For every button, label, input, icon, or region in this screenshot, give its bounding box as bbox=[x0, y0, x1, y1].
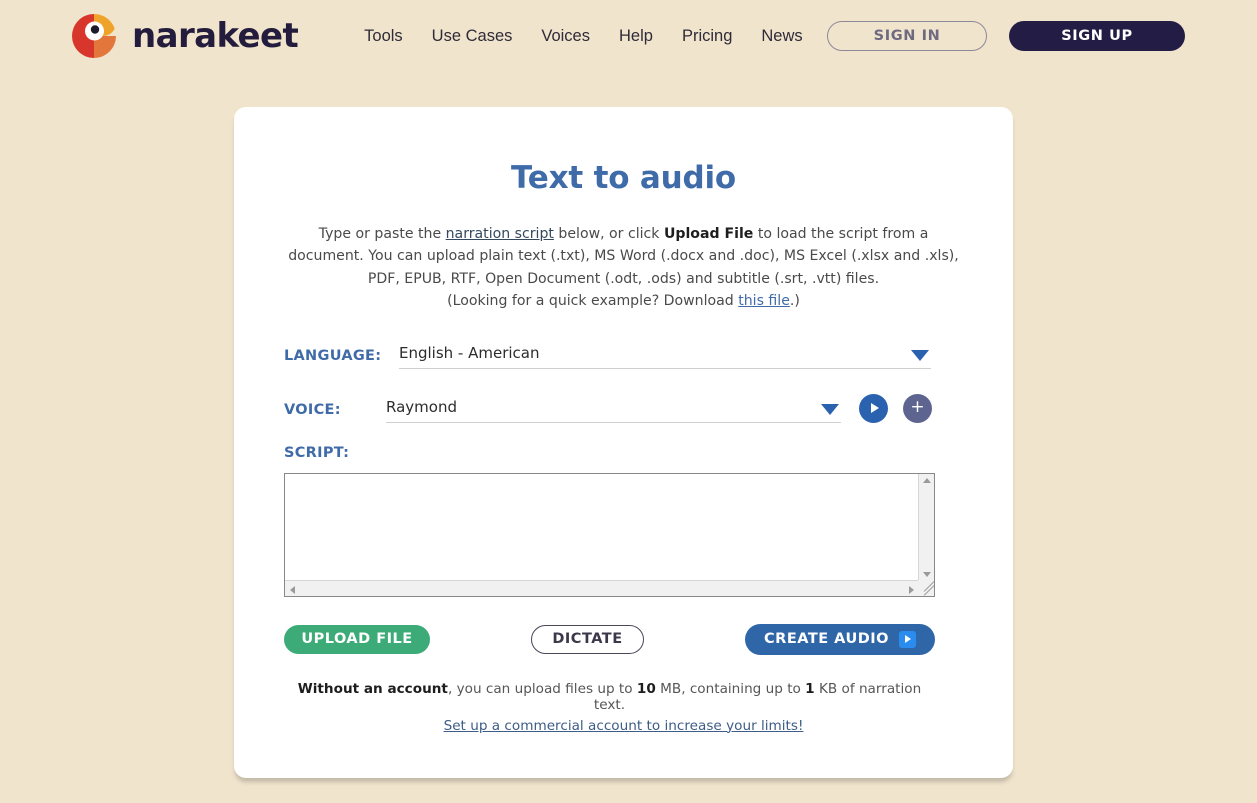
dictate-button[interactable]: DICTATE bbox=[531, 624, 644, 654]
limits-text-value: 1 bbox=[805, 680, 815, 697]
limits-size-value: 10 bbox=[636, 680, 656, 697]
limits-text-b: MB, containing up to bbox=[655, 680, 806, 697]
voice-row: VOICE: Raymond + bbox=[284, 389, 963, 423]
script-input[interactable] bbox=[285, 473, 919, 581]
nav-item-tools[interactable]: Tools bbox=[364, 27, 403, 46]
scroll-up-arrow-icon[interactable] bbox=[923, 477, 931, 483]
voice-selected-value: Raymond bbox=[386, 397, 457, 416]
voice-select[interactable]: Raymond bbox=[386, 394, 841, 423]
this-file-link[interactable]: this file bbox=[738, 293, 790, 309]
scroll-left-arrow-icon[interactable] bbox=[290, 585, 295, 594]
create-audio-label: CREATE AUDIO bbox=[764, 631, 889, 648]
voice-label: VOICE: bbox=[284, 401, 341, 418]
script-label: SCRIPT: bbox=[284, 444, 350, 461]
page-title: Text to audio bbox=[510, 160, 737, 196]
nav-item-use-cases[interactable]: Use Cases bbox=[432, 27, 513, 46]
limits-bold-prefix: Without an account bbox=[297, 680, 448, 697]
play-icon bbox=[898, 630, 916, 648]
create-audio-button[interactable]: CREATE AUDIO bbox=[745, 623, 935, 655]
account-limits-note: Without an account, you can upload files… bbox=[284, 681, 935, 713]
chevron-down-icon bbox=[911, 349, 929, 361]
limits-text-a: , you can upload files up to bbox=[447, 680, 637, 697]
language-row: LANGUAGE: English - American bbox=[284, 335, 963, 369]
intro-text-a: Type or paste the bbox=[318, 226, 446, 242]
intro-text-b: below, or click bbox=[553, 226, 664, 242]
chevron-down-icon bbox=[821, 403, 839, 415]
scroll-down-arrow-icon[interactable] bbox=[923, 571, 931, 577]
brand-name: narakeet bbox=[132, 16, 299, 56]
preview-voice-button[interactable] bbox=[859, 393, 888, 423]
upload-file-button[interactable]: UPLOAD FILE bbox=[284, 624, 430, 654]
nav-item-help[interactable]: Help bbox=[619, 27, 653, 46]
plus-icon: + bbox=[910, 396, 925, 417]
site-header: narakeet Tools Use Cases Voices Help Pri… bbox=[0, 0, 1257, 72]
textarea-vertical-scrollbar[interactable] bbox=[918, 473, 934, 581]
play-icon bbox=[870, 403, 879, 414]
action-buttons-row: UPLOAD FILE DICTATE CREATE AUDIO bbox=[284, 623, 935, 655]
intro-paragraph: Type or paste the narration script below… bbox=[284, 196, 963, 313]
example-text-a: (Looking for a quick example? Download bbox=[447, 293, 739, 310]
add-voice-button[interactable]: + bbox=[903, 393, 932, 423]
brand-logo[interactable]: narakeet bbox=[70, 12, 299, 60]
nav-item-voices[interactable]: Voices bbox=[541, 27, 590, 46]
text-to-audio-card: Text to audio Type or paste the narratio… bbox=[234, 107, 1013, 778]
narration-script-link[interactable]: narration script bbox=[446, 226, 554, 242]
narakeet-parrot-logo-icon bbox=[70, 12, 118, 60]
upload-file-emphasis: Upload File bbox=[663, 226, 754, 242]
sign-up-button[interactable]: SIGN UP bbox=[1009, 21, 1185, 51]
language-selected-value: English - American bbox=[399, 343, 540, 362]
scroll-right-arrow-icon[interactable] bbox=[909, 585, 914, 594]
sign-in-button[interactable]: SIGN IN bbox=[827, 21, 987, 51]
textarea-horizontal-scrollbar[interactable] bbox=[285, 579, 919, 596]
script-textarea-container bbox=[284, 472, 935, 597]
nav-item-pricing[interactable]: Pricing bbox=[682, 27, 732, 46]
language-select[interactable]: English - American bbox=[399, 340, 931, 369]
example-text-b: .) bbox=[789, 293, 800, 310]
commercial-account-link[interactable]: Set up a commercial account to increase … bbox=[284, 718, 963, 734]
nav-item-news[interactable]: News bbox=[761, 27, 802, 46]
main-navigation: Tools Use Cases Voices Help Pricing News bbox=[364, 27, 803, 46]
language-label: LANGUAGE: bbox=[284, 347, 382, 364]
header-actions: SIGN IN SIGN UP bbox=[827, 21, 1185, 51]
textarea-resize-handle[interactable] bbox=[918, 579, 934, 596]
